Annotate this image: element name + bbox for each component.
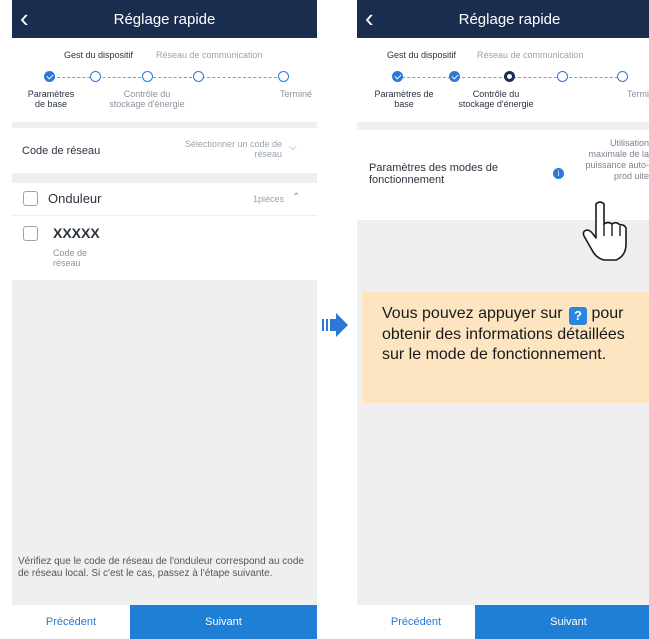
step-connector bbox=[457, 77, 507, 79]
previous-button[interactable]: Précédent bbox=[12, 605, 130, 639]
step-dot bbox=[617, 71, 628, 82]
bottom-bar: Précédent Suivant bbox=[357, 605, 649, 639]
next-button[interactable]: Suivant bbox=[475, 605, 649, 639]
step-dot-done bbox=[392, 71, 403, 82]
device-item[interactable]: XXXXX Code de réseau bbox=[12, 216, 317, 280]
operating-mode-value[interactable]: Utilisation maximale de la puissance aut… bbox=[577, 138, 649, 182]
step-label-done: Terminé bbox=[626, 89, 649, 99]
step-label-storage: Contrôle du stockage d'énergie bbox=[458, 89, 534, 109]
step-dot-done bbox=[449, 71, 460, 82]
device-grid-code-label: Code de réseau bbox=[53, 248, 88, 268]
step-dot-done bbox=[44, 71, 55, 82]
info-icon[interactable]: i bbox=[553, 168, 564, 179]
grid-code-row[interactable]: Code de réseau Sélectionner un code de r… bbox=[12, 128, 317, 173]
grid-code-label: Code de réseau bbox=[22, 145, 101, 157]
step-dot bbox=[142, 71, 153, 82]
inverter-checkbox[interactable] bbox=[23, 191, 38, 206]
bottom-bar: Précédent Suivant bbox=[12, 605, 317, 639]
tip-text-start: Vous pouvez appuyer sur bbox=[382, 305, 563, 322]
step-label-basic: Paramètres de base bbox=[374, 89, 434, 109]
progress-stepper: Gest du dispositif Réseau de communicati… bbox=[357, 38, 649, 122]
operating-mode-label: Paramètres des modes de fonctionnement bbox=[369, 162, 499, 186]
step-connector bbox=[148, 77, 192, 79]
step-label-storage: Contrôle du stockage d'énergie bbox=[109, 89, 185, 109]
tip-callout: Vous pouvez appuyer sur ? pour obtenir d… bbox=[362, 292, 649, 403]
header: ‹ Réglage rapide bbox=[357, 0, 649, 38]
page-title: Réglage rapide bbox=[458, 11, 561, 28]
step-dot bbox=[557, 71, 568, 82]
help-icon: ? bbox=[569, 307, 588, 325]
device-checkbox[interactable] bbox=[23, 226, 38, 241]
step-connector bbox=[397, 77, 451, 79]
hand-pointer-icon bbox=[582, 201, 627, 261]
inverter-label: Onduleur bbox=[48, 191, 102, 206]
step-dot bbox=[90, 71, 101, 82]
left-screen: ‹ Réglage rapide Gest du dispositif Rése… bbox=[12, 0, 317, 639]
device-name: XXXXX bbox=[53, 225, 100, 241]
step-dot-current bbox=[504, 71, 515, 82]
grid-code-placeholder[interactable]: Sélectionner un code de réseau bbox=[162, 139, 282, 159]
step-connector bbox=[513, 77, 623, 79]
chevron-down-icon: ⌵ bbox=[289, 142, 297, 153]
inverter-row[interactable]: Onduleur 1pièces ⌃ bbox=[12, 183, 317, 216]
step-group-network: Réseau de communication bbox=[156, 50, 263, 60]
header: ‹ Réglage rapide bbox=[12, 0, 317, 38]
step-connector bbox=[202, 77, 282, 79]
progress-stepper: Gest du dispositif Réseau de communicati… bbox=[12, 38, 317, 122]
right-arrow-icon bbox=[322, 313, 348, 337]
next-button[interactable]: Suivant bbox=[130, 605, 317, 639]
info-note: Vérifiez que le code de réseau de l'ondu… bbox=[18, 556, 304, 579]
step-label-basic: Paramètres de base bbox=[27, 89, 75, 109]
step-group-network: Réseau de communication bbox=[477, 50, 584, 60]
step-dot bbox=[193, 71, 204, 82]
step-group-device: Gest du dispositif bbox=[387, 50, 457, 60]
inverter-count: 1pièces bbox=[252, 194, 284, 204]
page-title: Réglage rapide bbox=[113, 11, 216, 28]
chevron-up-icon[interactable]: ⌃ bbox=[292, 192, 300, 203]
step-label-done: Terminé bbox=[279, 89, 312, 99]
step-dot bbox=[278, 71, 289, 82]
previous-button[interactable]: Précédent bbox=[357, 605, 475, 639]
step-group-device: Gest du dispositif bbox=[64, 50, 134, 60]
